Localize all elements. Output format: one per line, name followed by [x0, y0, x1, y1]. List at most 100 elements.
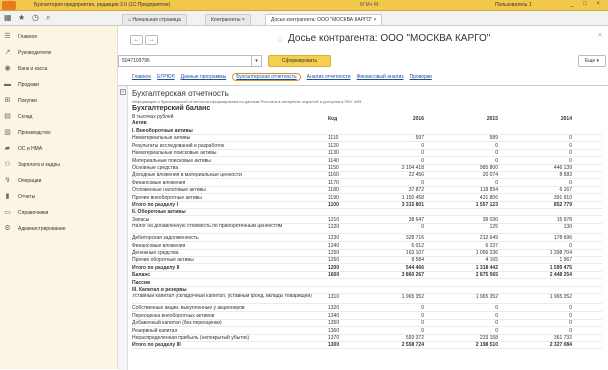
sidebar-item[interactable]: ☰ Главное	[0, 30, 118, 45]
search-icon[interactable]: ⌕	[46, 13, 50, 23]
sales-icon: ▬	[4, 81, 11, 88]
row-code: 1110	[328, 135, 339, 142]
row-value: 985 800	[479, 165, 498, 171]
row-value: 0	[569, 179, 572, 186]
close-icon[interactable]: ×	[374, 17, 377, 23]
section-link[interactable]: Данные программы	[181, 74, 227, 80]
back-button[interactable]: ←	[130, 35, 143, 45]
forward-button[interactable]: →	[145, 35, 158, 45]
row-value: 431 806	[479, 194, 498, 201]
table-row: Материальные поисковые активы 1140 0 0 0	[132, 158, 602, 165]
favorite-star-icon[interactable]: ☆	[276, 34, 284, 45]
row-value: 589	[489, 135, 498, 142]
tab-dossier[interactable]: Досье контрагента: ООО "МОСКВА КАРГО" ×	[265, 14, 383, 25]
row-value: 0	[421, 320, 424, 327]
sidebar-item[interactable]: ⚇ Зарплата и кадры	[0, 158, 118, 173]
row-code: 1190	[328, 194, 339, 201]
section-link[interactable]: Главное	[132, 74, 151, 80]
sidebar-item[interactable]: ↯ Операции	[0, 174, 118, 189]
row-name: Нераспределенная прибыль (непокрытый убы…	[132, 335, 250, 341]
row-code: 1100	[328, 202, 339, 208]
row-code: 1150	[328, 165, 339, 171]
sidebar-item[interactable]: ▬ Продажи	[0, 78, 118, 93]
reports-icon: ▮	[5, 193, 10, 200]
col-code-header: Код	[328, 116, 338, 122]
row-name: Собственные акции, выкупленные у акционе…	[132, 305, 245, 312]
user-name[interactable]: Пользователь 1	[495, 2, 532, 8]
tab-home[interactable]: ⌂ Начальная страница	[122, 14, 187, 25]
sidebar-item[interactable]: ▭ Справочники	[0, 206, 118, 221]
col-year-header: 2015	[486, 116, 498, 122]
row-code: 1350	[328, 320, 340, 327]
row-value: 6 167	[559, 187, 572, 194]
sidebar-item[interactable]: ▤ Склад	[0, 110, 118, 125]
collapse-icon[interactable]: −	[120, 89, 126, 95]
row-value: 8 583	[559, 172, 572, 179]
sidebar-item-label: Операции	[18, 178, 42, 184]
sidebar-item-label: Банк и касса	[18, 66, 48, 72]
section-link[interactable]: Финансовый анализ	[357, 74, 404, 80]
table-row: Налог на добавленную стоимость по приобр…	[132, 224, 602, 235]
row-name: Основные средства	[132, 165, 179, 171]
sidebar-item[interactable]: ▮ Отчеты	[0, 190, 118, 205]
row-code: 1170	[328, 179, 339, 186]
tab-counterparties[interactable]: Контрагенты ×	[205, 14, 251, 25]
row-value: 544 466	[405, 264, 424, 271]
titlebar-buttons[interactable]: M M+ M-	[360, 2, 380, 8]
sidebar-item[interactable]: ↗ Руководителю	[0, 46, 118, 61]
table-row: Запасы 1210 38 647 39 030 15 978	[132, 217, 602, 224]
table-row: Денежные средства 1250 163 107 1 056 236 1 3…	[132, 250, 602, 257]
row-value: 1 056 236	[475, 250, 498, 256]
inn-dropdown-button[interactable]: ▾	[252, 55, 262, 67]
section-link[interactable]: ЕГРЮЛ	[157, 74, 175, 80]
table-row: Добавочный капитал (без переоценки) 1350 0…	[132, 320, 602, 328]
sidebar-item[interactable]: ◉ Банк и касса	[0, 62, 118, 77]
close-icon[interactable]: ×	[242, 17, 245, 23]
assets-label: Актив	[132, 120, 147, 126]
row-value: 2 104 418	[401, 165, 424, 171]
row-value: 38 647	[408, 216, 424, 223]
sidebar-item-label: Покупки	[18, 98, 37, 104]
row-code: 1240	[328, 242, 340, 249]
table-row: Итого по разделу I 1100 3 315 801 1 557 123…	[132, 202, 602, 209]
factory-icon: ▥	[4, 129, 11, 136]
section-link[interactable]: Бухгалтерская отчетность	[232, 73, 301, 81]
row-value: 1 595 475	[549, 264, 572, 271]
section-link[interactable]: Анализ отчетности	[307, 74, 351, 80]
section-link[interactable]: Проверки	[410, 74, 432, 80]
table-row: Дебиторская задолженность 1230 328 716 212 …	[132, 235, 602, 243]
row-value: 0	[495, 150, 498, 157]
row-value: 0	[495, 305, 498, 312]
sidebar-item[interactable]: ▰ ОС и НМА	[0, 142, 118, 157]
row-code: 1260	[328, 257, 340, 264]
table-row: Нераспределенная прибыль (непокрытый убы…	[132, 335, 602, 342]
row-value: 3 860 267	[401, 272, 424, 279]
row-name: Резервный капитал	[132, 327, 178, 334]
more-button[interactable]: Еще ▾	[578, 55, 606, 67]
row-name: Итого по разделу I	[132, 202, 178, 208]
sidebar-item[interactable]: ⚙ Администрирование	[0, 222, 118, 237]
gear-icon: ⚙	[4, 225, 11, 232]
row-value: 4 165	[485, 257, 498, 264]
app-logo-icon[interactable]	[2, 1, 16, 10]
row-value: 0	[421, 305, 424, 312]
window-controls[interactable]: _ □ ×	[570, 1, 604, 7]
sidebar-item[interactable]: ▥ Производство	[0, 126, 118, 141]
apps-grid-icon[interactable]: ▦	[4, 13, 12, 22]
table-row: Переоценка внеоборотных активов 1340 0 0 0	[132, 313, 602, 320]
row-value: 0	[569, 157, 572, 164]
generate-button[interactable]: Сформировать	[268, 55, 331, 67]
row-name: Запасы	[132, 216, 150, 223]
row-value: 39 030	[482, 216, 498, 223]
close-icon[interactable]: ×	[598, 32, 602, 39]
row-value: 1 965 352	[549, 294, 572, 301]
row-code: 1340	[328, 312, 340, 319]
table-row: Финансовые вложения 1170 0 0 0	[132, 180, 602, 187]
favorites-star-icon[interactable]: ★	[18, 13, 25, 22]
row-code: 1160	[328, 172, 339, 179]
sidebar-item[interactable]: ⊞ Покупки	[0, 94, 118, 109]
row-name: Баланс	[132, 272, 151, 279]
history-icon[interactable]: ◷	[32, 13, 39, 22]
inn-input[interactable]: 5047109796	[118, 55, 252, 67]
row-name: Прочие оборотные активы	[132, 257, 194, 264]
